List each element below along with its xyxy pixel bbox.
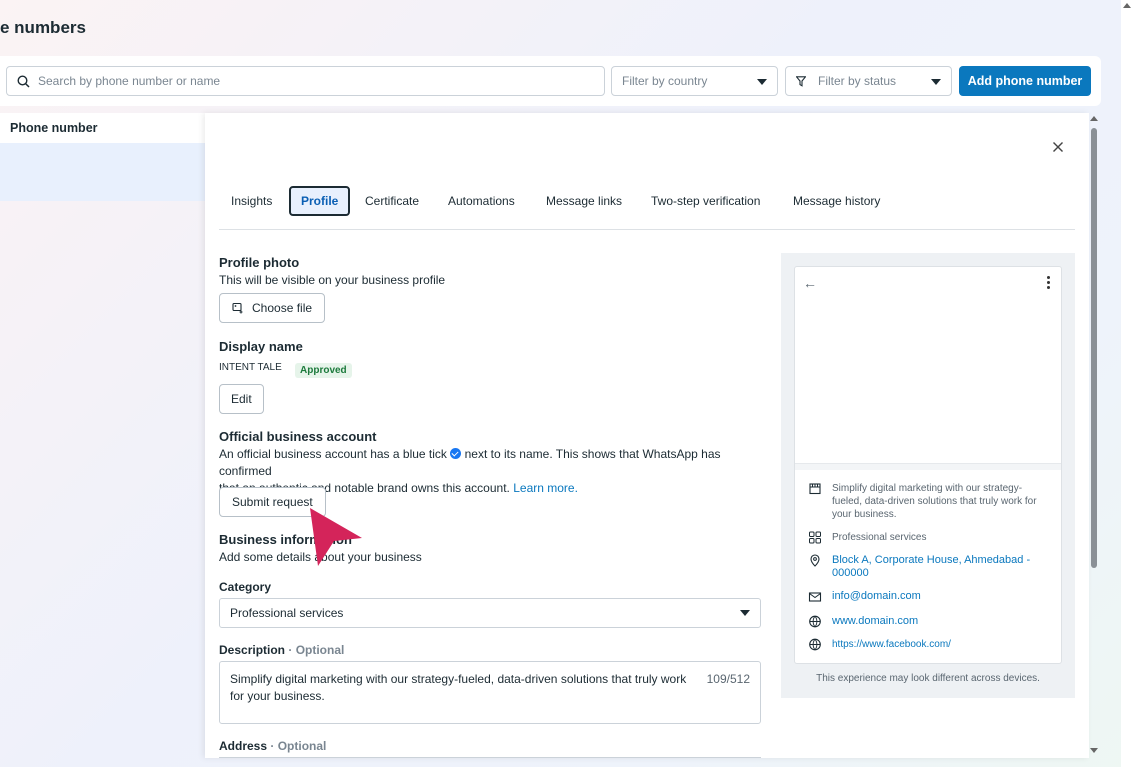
description-label: Description · Optional — [219, 643, 344, 657]
page-scrollbar[interactable] — [1121, 0, 1133, 767]
scroll-down-arrow-icon[interactable] — [1090, 748, 1098, 753]
preview-description: Simplify digital marketing with our stra… — [808, 482, 1042, 521]
category-select[interactable]: Professional services — [219, 598, 761, 628]
list-header: Phone number — [0, 113, 205, 143]
preview-facebook: https://www.facebook.com/ — [808, 638, 1042, 651]
filter-status-select[interactable]: Filter by status — [785, 66, 952, 96]
table-row[interactable] — [0, 143, 205, 201]
official-text-before: An official business account has a blue … — [219, 447, 447, 461]
tab-message-history[interactable]: Message history — [783, 186, 890, 216]
category-label: Category — [219, 580, 272, 594]
preview-description-text: Simplify digital marketing with our stra… — [832, 483, 1037, 520]
description-label-text: Description — [219, 643, 286, 657]
category-value: Professional services — [230, 606, 344, 620]
cursor-pointer-icon — [310, 508, 362, 566]
preview-category-text: Professional services — [832, 532, 927, 543]
preview-email-text[interactable]: info@domain.com — [832, 590, 1042, 603]
page-scroll-up-arrow-icon[interactable] — [1123, 3, 1131, 8]
optional-tag: · Optional — [270, 739, 327, 753]
official-account-title: Official business account — [219, 429, 377, 444]
display-name-title: Display name — [219, 339, 303, 354]
scroll-up-arrow-icon[interactable] — [1090, 116, 1098, 121]
search-box[interactable] — [6, 66, 605, 96]
close-icon[interactable] — [1050, 139, 1066, 155]
tab-insights[interactable]: Insights — [221, 186, 282, 216]
globe-icon — [809, 638, 821, 651]
preview-email: info@domain.com — [808, 590, 1042, 603]
tab-profile[interactable]: Profile — [289, 186, 351, 216]
filter-icon — [796, 75, 806, 87]
description-textarea[interactable]: Simplify digital marketing with our stra… — [219, 661, 761, 724]
preview-note: This experience may look different acros… — [816, 673, 1040, 684]
filter-country-label: Filter by country — [622, 74, 708, 88]
divider — [795, 464, 1061, 470]
preview-address: Block A, Corporate House, Ahmedabad - 00… — [808, 554, 1032, 580]
address-label: Address · Optional — [219, 739, 326, 753]
edit-display-name-button[interactable]: Edit — [219, 384, 264, 414]
add-phone-number-button[interactable]: Add phone number — [959, 66, 1091, 96]
chevron-down-icon — [757, 79, 767, 85]
preview-website-text[interactable]: www.domain.com — [832, 615, 1042, 628]
image-upload-icon — [232, 302, 243, 314]
back-arrow-icon: ← — [803, 275, 817, 291]
preview-website: www.domain.com — [808, 615, 1042, 628]
email-icon — [808, 592, 822, 602]
choose-file-label: Choose file — [252, 301, 313, 315]
learn-more-link[interactable]: Learn more. — [513, 481, 578, 495]
tab-message-links[interactable]: Message links — [536, 186, 632, 216]
preview-address-text[interactable]: Block A, Corporate House, Ahmedabad - 00… — [832, 554, 1032, 580]
address-label-text: Address — [219, 739, 268, 753]
description-value: Simplify digital marketing with our stra… — [230, 672, 687, 703]
phone-number-list: Phone number — [0, 113, 205, 767]
tab-certificate[interactable]: Certificate — [355, 186, 429, 216]
chevron-down-icon — [740, 610, 750, 616]
more-options-icon — [1047, 276, 1051, 291]
toolbar: Filter by country Filter by status Add p… — [0, 56, 1101, 106]
category-icon — [809, 531, 821, 544]
optional-tag: · Optional — [288, 643, 345, 657]
tab-bar: Insights Profile Certificate Automations… — [219, 186, 1075, 230]
profile-photo-subtitle: This will be visible on your business pr… — [219, 273, 446, 287]
search-icon — [17, 74, 30, 88]
phone-preview: ← — [794, 266, 1062, 664]
filter-country-select[interactable]: Filter by country — [611, 66, 778, 96]
edit-label: Edit — [231, 392, 252, 406]
profile-photo-title: Profile photo — [219, 255, 300, 270]
tab-two-step-verification[interactable]: Two-step verification — [641, 186, 770, 216]
phone-preview-header: ← — [795, 267, 1061, 464]
filter-status-label: Filter by status — [818, 74, 897, 88]
display-name-value: INTENT TALE — [219, 362, 282, 373]
address-input[interactable] — [219, 757, 761, 758]
status-badge: Approved — [295, 363, 352, 378]
store-icon — [809, 483, 821, 495]
tab-automations[interactable]: Automations — [438, 186, 525, 216]
globe-icon — [809, 615, 821, 628]
submit-request-label: Submit request — [232, 495, 313, 509]
preview-category: Professional services — [808, 531, 1042, 544]
search-input[interactable] — [38, 74, 604, 88]
phone-details-drawer: Insights Profile Certificate Automations… — [205, 113, 1089, 758]
scrollbar-thumb[interactable] — [1091, 128, 1097, 568]
page-title: e numbers — [0, 18, 86, 37]
preview-facebook-text[interactable]: https://www.facebook.com/ — [832, 638, 1042, 651]
chevron-down-icon — [931, 79, 941, 85]
location-pin-icon — [810, 554, 820, 567]
character-count: 109/512 — [706, 672, 750, 686]
choose-file-button[interactable]: Choose file — [219, 293, 326, 323]
verified-tick-icon — [450, 448, 462, 459]
